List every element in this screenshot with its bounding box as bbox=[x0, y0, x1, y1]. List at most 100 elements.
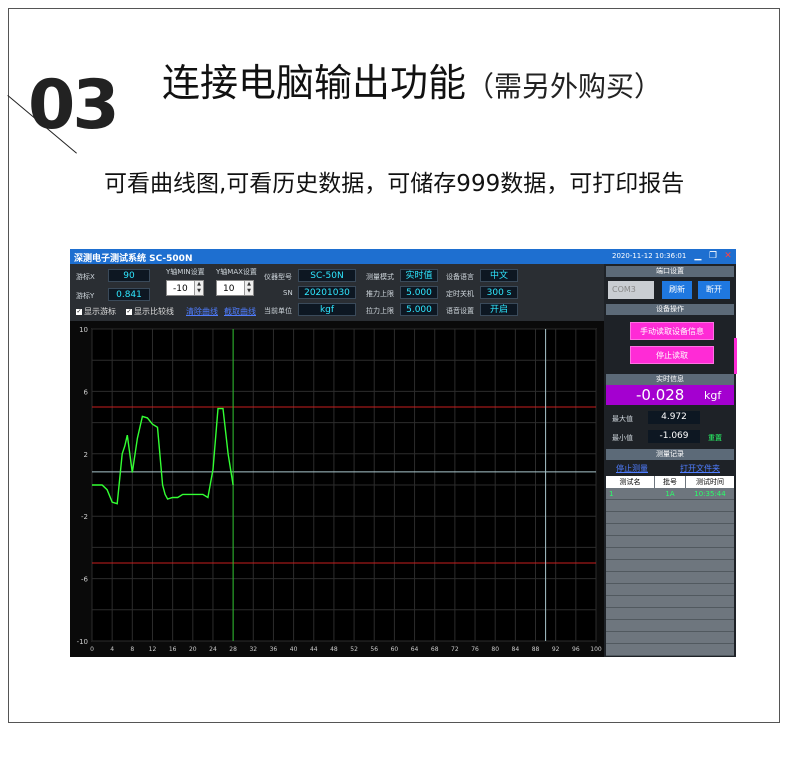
table-cell: 1A bbox=[665, 490, 675, 498]
y-min-stepper[interactable]: -10 ▲ ▼ bbox=[166, 280, 204, 296]
lang-value: 中文 bbox=[480, 269, 518, 282]
table-row[interactable]: 1 1A 10:35:44 bbox=[606, 488, 734, 500]
x-tick-label: 12 bbox=[149, 646, 157, 653]
x-tick-label: 0 bbox=[90, 646, 94, 653]
x-tick-label: 56 bbox=[370, 646, 378, 653]
section-number: 03 bbox=[28, 66, 120, 145]
sn-value: 20201030 bbox=[298, 286, 356, 299]
x-tick-label: 68 bbox=[431, 646, 439, 653]
checkbox-checked-icon[interactable]: ✓ bbox=[76, 308, 82, 315]
x-tick-label: 52 bbox=[350, 646, 358, 653]
x-tick-label: 76 bbox=[471, 646, 479, 653]
stepper-arrows-icon[interactable]: ▲ ▼ bbox=[194, 281, 203, 295]
spin-up-icon[interactable]: ▲ bbox=[247, 281, 251, 287]
x-tick-label: 92 bbox=[552, 646, 560, 653]
read-device-info-button[interactable]: 手动读取设备信息 bbox=[630, 322, 714, 340]
table-row[interactable] bbox=[606, 536, 734, 548]
force-chart[interactable]: 10 6 2 -2 -6 -10 0 4 8 12 16 20 24 28 32 36 40 44 48 52 56 60… bbox=[70, 321, 604, 657]
window-title: 深测电子测试系统 SC-500N bbox=[74, 254, 193, 264]
y-tick-label: -2 bbox=[81, 513, 88, 521]
table-row[interactable] bbox=[606, 548, 734, 560]
x-tick-label: 4 bbox=[110, 646, 114, 653]
table-row[interactable] bbox=[606, 632, 734, 644]
max-label: 最大值 bbox=[612, 415, 633, 423]
push-upper-value: 5.000 bbox=[400, 286, 438, 299]
force-chart-svg[interactable]: 1062-2-6-100 4 8 12 16 20 24 28 32 36 40 44 48 52 56 60… bbox=[70, 321, 604, 657]
cursor-y-value: 0.841 bbox=[108, 288, 150, 301]
device-ops-header: 设备操作 bbox=[606, 304, 734, 315]
column-header-test-time: 测试时间 bbox=[686, 476, 734, 488]
max-value: 4.972 bbox=[648, 411, 700, 424]
x-tick-label: 100 bbox=[590, 646, 602, 653]
table-cell: 10:35:44 bbox=[694, 490, 726, 498]
stop-measure-link[interactable]: 停止测量 bbox=[616, 463, 648, 474]
x-tick-label: 96 bbox=[572, 646, 580, 653]
lang-label: 设备语言 bbox=[446, 273, 474, 281]
disconnect-button[interactable]: 断开 bbox=[698, 281, 730, 299]
table-row[interactable] bbox=[606, 584, 734, 596]
port-select[interactable]: COM3 bbox=[608, 281, 654, 299]
column-header-test-name: 测试名 bbox=[606, 476, 654, 488]
table-row[interactable] bbox=[606, 644, 734, 656]
x-tick-label: 80 bbox=[491, 646, 499, 653]
table-row[interactable] bbox=[606, 596, 734, 608]
y-tick-label: 2 bbox=[84, 451, 88, 459]
x-tick-label: 20 bbox=[189, 646, 197, 653]
window-datetime: 2020-11-12 10:36:01 bbox=[612, 252, 687, 260]
banner-title: 连接电脑输出功能（需另外购买） bbox=[162, 64, 662, 102]
reset-link[interactable]: 重置 bbox=[708, 433, 722, 443]
push-upper-label: 推力上限 bbox=[366, 290, 394, 298]
y-max-value: 10 bbox=[223, 284, 235, 294]
close-icon[interactable]: ✕ bbox=[722, 251, 734, 262]
x-tick-label: 84 bbox=[512, 646, 520, 653]
refresh-button[interactable]: 刷新 bbox=[662, 281, 692, 299]
table-row[interactable] bbox=[606, 572, 734, 584]
y-max-label: Y轴MAX设置 bbox=[216, 268, 257, 276]
save-curve-link[interactable]: 截取曲线 bbox=[224, 306, 256, 317]
record-table: 测试名 批号 测试时间 1 1A 10:35:44 bbox=[606, 476, 734, 656]
checkbox-checked-icon[interactable]: ✓ bbox=[126, 308, 132, 315]
table-row[interactable] bbox=[606, 560, 734, 572]
table-row[interactable] bbox=[606, 512, 734, 524]
realtime-unit: kgf bbox=[704, 389, 722, 402]
side-panel: 端口设置 COM3 刷新 断开 设备操作 手动读取设备信息 停止读取 实时信息 … bbox=[604, 264, 736, 657]
spin-up-icon[interactable]: ▲ bbox=[197, 281, 201, 287]
x-tick-label: 72 bbox=[451, 646, 459, 653]
voice-value: 开启 bbox=[480, 303, 518, 316]
table-row[interactable] bbox=[606, 500, 734, 512]
realtime-readout: -0.028 kgf bbox=[606, 385, 734, 405]
min-value: -1.069 bbox=[648, 430, 700, 443]
sn-label: SN bbox=[283, 289, 293, 297]
x-tick-label: 60 bbox=[391, 646, 399, 653]
x-tick-label: 40 bbox=[290, 646, 298, 653]
x-tick-label: 28 bbox=[229, 646, 237, 653]
x-tick-label: 24 bbox=[209, 646, 217, 653]
realtime-header: 实时信息 bbox=[606, 374, 734, 385]
x-tick-label: 64 bbox=[411, 646, 419, 653]
show-cursor-label: 显示游标 bbox=[84, 307, 116, 316]
table-row[interactable] bbox=[606, 620, 734, 632]
show-compare-checkbox[interactable]: ✓ 显示比较线 bbox=[126, 306, 174, 317]
y-tick-label: 10 bbox=[79, 326, 88, 334]
table-row[interactable] bbox=[606, 524, 734, 536]
x-tick-label: 44 bbox=[310, 646, 318, 653]
minimize-icon[interactable]: ▁ bbox=[692, 251, 704, 262]
clear-curve-link[interactable]: 清除曲线 bbox=[186, 306, 218, 317]
stepper-arrows-icon[interactable]: ▲ ▼ bbox=[244, 281, 253, 295]
spin-down-icon[interactable]: ▼ bbox=[247, 288, 251, 294]
spin-down-icon[interactable]: ▼ bbox=[197, 288, 201, 294]
stop-read-button[interactable]: 停止读取 bbox=[630, 346, 714, 364]
show-cursor-checkbox[interactable]: ✓ 显示游标 bbox=[76, 306, 116, 317]
restore-icon[interactable]: ❐ bbox=[707, 251, 719, 262]
realtime-value: -0.028 bbox=[636, 386, 685, 404]
y-max-stepper[interactable]: 10 ▲ ▼ bbox=[216, 280, 254, 296]
table-row[interactable] bbox=[606, 608, 734, 620]
open-folder-link[interactable]: 打开文件夹 bbox=[680, 463, 720, 474]
pull-upper-value: 5.000 bbox=[400, 303, 438, 316]
shutdown-label: 定时关机 bbox=[446, 290, 474, 298]
window-titlebar[interactable]: 深测电子测试系统 SC-500N 2020-11-12 10:36:01 ▁ ❐… bbox=[70, 249, 736, 264]
port-header: 端口设置 bbox=[606, 266, 734, 277]
settings-toolbar: 游标X 90 游标Y 0.841 Y轴MIN设置 -10 ▲ ▼ Y轴MAX设置 … bbox=[70, 264, 604, 321]
min-label: 最小值 bbox=[612, 434, 633, 442]
y-min-label: Y轴MIN设置 bbox=[166, 268, 205, 276]
